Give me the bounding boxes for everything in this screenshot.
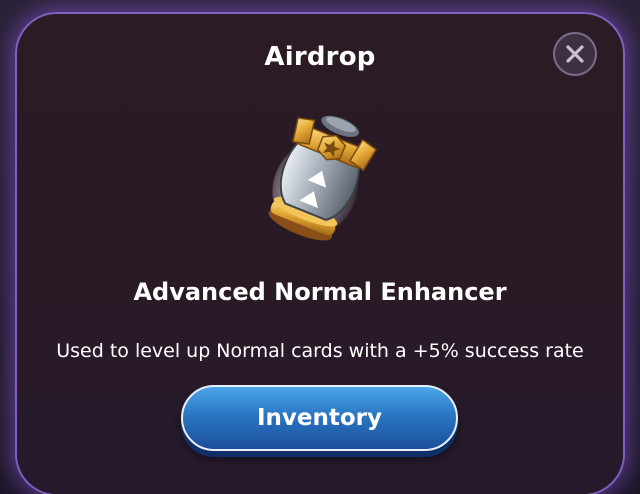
item-name: Advanced Normal Enhancer [133, 278, 507, 306]
close-icon [566, 45, 584, 63]
item-description: Used to level up Normal cards with a +5%… [56, 340, 584, 362]
inventory-button[interactable]: Inventory [181, 385, 458, 451]
modal-title: Airdrop [264, 42, 376, 72]
advanced-normal-enhancer-icon [268, 115, 378, 241]
close-button[interactable] [553, 32, 597, 76]
